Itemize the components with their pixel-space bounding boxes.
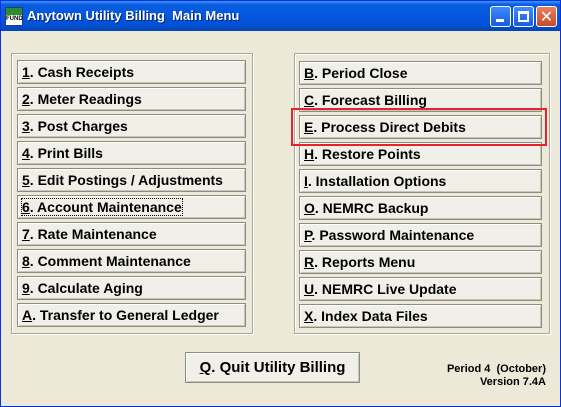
title-bar[interactable]: FUND Anytown Utility Billing Main Menu ✕ bbox=[1, 1, 560, 31]
maximize-button[interactable] bbox=[513, 6, 534, 27]
quit-button[interactable]: Q. Quit Utility Billing bbox=[185, 352, 360, 383]
menu-print-bills-button[interactable]: 4. Print Bills bbox=[17, 141, 246, 165]
menu-password-maintenance-button[interactable]: P. Password Maintenance bbox=[299, 223, 542, 247]
version-label: Version 7.4A bbox=[479, 376, 546, 388]
maximize-icon bbox=[518, 11, 529, 22]
close-icon: ✕ bbox=[539, 7, 554, 26]
menu-index-data-files-button[interactable]: X. Index Data Files bbox=[299, 304, 542, 328]
menu-transfer-gl-button[interactable]: A. Transfer to General Ledger bbox=[17, 303, 246, 327]
period-label: Period 4 (October) bbox=[446, 363, 546, 375]
minimize-icon bbox=[496, 19, 504, 22]
window-title: Anytown Utility Billing Main Menu bbox=[27, 8, 240, 23]
highlight-box bbox=[291, 108, 547, 146]
menu-nemrc-live-update-button[interactable]: U. NEMRC Live Update bbox=[299, 277, 542, 301]
menu-cash-receipts-button[interactable]: 1. Cash Receipts bbox=[17, 60, 246, 84]
menu-account-maintenance-button[interactable]: 6. Account Maintenance bbox=[17, 195, 246, 219]
menu-edit-postings-button[interactable]: 5. Edit Postings / Adjustments bbox=[17, 168, 246, 192]
menu-rate-maintenance-button[interactable]: 7. Rate Maintenance bbox=[17, 222, 246, 246]
minimize-button[interactable] bbox=[490, 6, 511, 27]
menu-meter-readings-button[interactable]: 2. Meter Readings bbox=[17, 87, 246, 111]
menu-nemrc-backup-button[interactable]: O. NEMRC Backup bbox=[299, 196, 542, 220]
menu-installation-options-button[interactable]: I. Installation Options bbox=[299, 169, 542, 193]
close-button[interactable]: ✕ bbox=[536, 6, 557, 27]
menu-comment-maintenance-button[interactable]: 8. Comment Maintenance bbox=[17, 249, 246, 273]
fund-app-icon: FUND bbox=[5, 7, 23, 26]
menu-period-close-button[interactable]: B. Period Close bbox=[299, 61, 542, 85]
menu-calculate-aging-button[interactable]: 9. Calculate Aging bbox=[17, 276, 246, 300]
menu-post-charges-button[interactable]: 3. Post Charges bbox=[17, 114, 246, 138]
menu-reports-menu-button[interactable]: R. Reports Menu bbox=[299, 250, 542, 274]
